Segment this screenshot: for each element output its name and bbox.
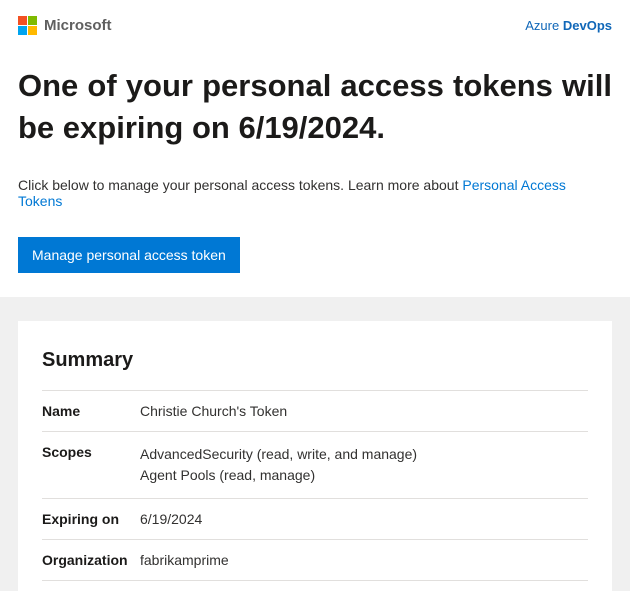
- summary-label-expiring: Expiring on: [42, 498, 140, 539]
- summary-value-scopes: AdvancedSecurity (read, write, and manag…: [140, 431, 588, 498]
- summary-row-name: Name Christie Church's Token: [42, 390, 588, 431]
- summary-title: Summary: [42, 349, 588, 372]
- summary-label-name: Name: [42, 390, 140, 431]
- microsoft-logo-icon: [18, 16, 37, 35]
- summary-value-expiring: 6/19/2024: [140, 498, 588, 539]
- summary-table: Name Christie Church's Token Scopes Adva…: [42, 390, 588, 581]
- summary-value-name: Christie Church's Token: [140, 390, 588, 431]
- summary-card: Summary Name Christie Church's Token Sco…: [18, 321, 612, 591]
- summary-label-scopes: Scopes: [42, 431, 140, 498]
- main-content: Microsoft Azure DevOps One of your perso…: [0, 0, 630, 297]
- azure-devops-label: Azure DevOps: [525, 18, 612, 33]
- subtext-prefix: Click below to manage your personal acce…: [18, 177, 462, 193]
- microsoft-logo-text: Microsoft: [44, 17, 112, 34]
- page-headline: One of your personal access tokens will …: [18, 65, 612, 149]
- manage-token-button[interactable]: Manage personal access token: [18, 237, 240, 273]
- summary-row-organization: Organization fabrikamprime: [42, 539, 588, 580]
- summary-row-expiring: Expiring on 6/19/2024: [42, 498, 588, 539]
- microsoft-logo: Microsoft: [18, 16, 112, 35]
- summary-label-organization: Organization: [42, 539, 140, 580]
- summary-row-scopes: Scopes AdvancedSecurity (read, write, an…: [42, 431, 588, 498]
- header-row: Microsoft Azure DevOps: [18, 16, 612, 35]
- summary-value-organization: fabrikamprime: [140, 539, 588, 580]
- subtext: Click below to manage your personal acce…: [18, 177, 612, 209]
